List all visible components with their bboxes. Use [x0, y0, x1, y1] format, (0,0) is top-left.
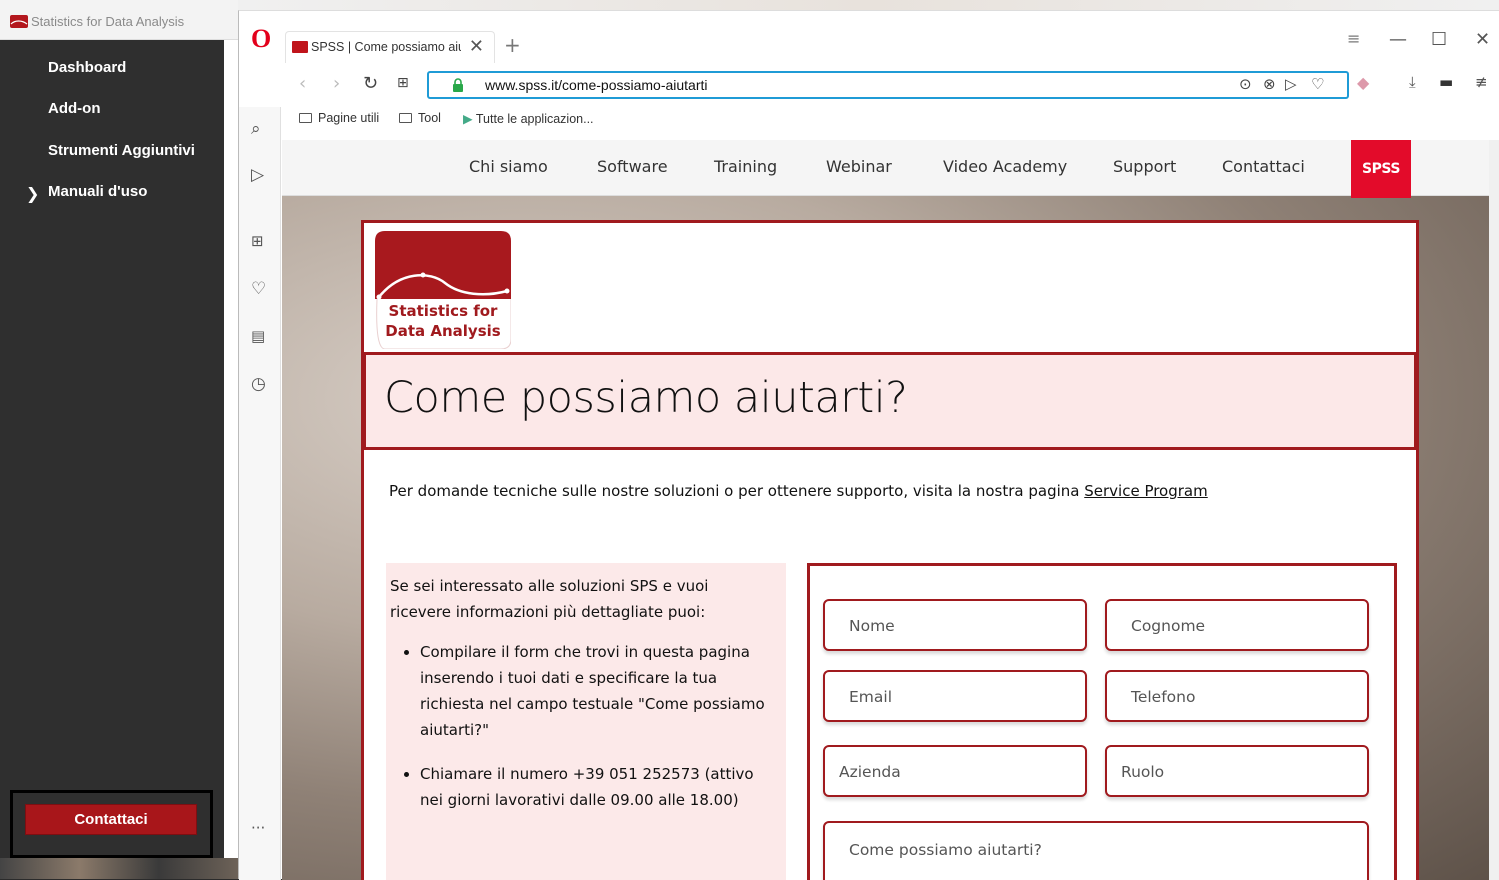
bookmark-label: Tutte le applicazion... [475, 112, 594, 126]
service-program-link[interactable]: Service Program [1084, 482, 1208, 500]
intro-paragraph: Per domande tecniche sulle nostre soluzi… [389, 482, 1208, 500]
tab-menu-icon[interactable]: ≡ [1347, 29, 1360, 48]
app-scrollbar[interactable] [224, 40, 238, 879]
extension-cube-icon[interactable]: ◆ [1357, 73, 1369, 92]
spss-logo[interactable]: SPSS [1351, 140, 1411, 198]
app-sidebar-nav: Dashboard Add-on Strumenti Aggiuntivi ❯ … [0, 40, 224, 879]
contact-button[interactable]: Contattaci [25, 804, 197, 835]
url-text[interactable]: www.spss.it/come-possiamo-aiutarti [485, 77, 708, 93]
ruolo-input[interactable]: Ruolo [1105, 745, 1369, 797]
app-titlebar: Statistics for Data Analysis [0, 0, 238, 40]
reload-icon[interactable]: ↻ [363, 73, 378, 94]
logo-text: Statistics for Data Analysis [375, 301, 511, 341]
logo-header: Statistics for Data Analysis [364, 223, 1416, 355]
tab-title: SPSS | Come possiamo aiutarti [311, 40, 461, 54]
site-nav-video-academy[interactable]: Video Academy [943, 157, 1067, 176]
nome-input[interactable]: Nome [823, 599, 1087, 651]
logo-line1: Statistics for [388, 302, 498, 320]
nav-item-dashboard[interactable]: Dashboard [48, 59, 126, 76]
speed-dial-sidebar-icon[interactable]: ⊞ [251, 232, 264, 250]
page-scrollbar[interactable] [1489, 140, 1499, 880]
info-box: Se sei interessato alle soluzioni SPS e … [386, 563, 786, 880]
maximize-icon[interactable]: ☐ [1431, 29, 1447, 50]
apps-icon: ▶ [463, 112, 476, 126]
opera-logo-icon[interactable]: O [251, 26, 271, 52]
history-icon[interactable]: ◷ [251, 374, 266, 394]
search-icon[interactable]: ⌕ [251, 119, 261, 139]
adblock-icon[interactable]: ⊗ [1263, 75, 1276, 93]
chevron-right-icon[interactable]: ❯ [26, 184, 39, 203]
battery-icon[interactable]: ▬ [1439, 73, 1453, 91]
cognome-input[interactable]: Cognome [1105, 599, 1369, 651]
logo-line2: Data Analysis [385, 322, 501, 340]
more-icon[interactable]: ··· [251, 819, 265, 837]
site-nav-contattaci[interactable]: Contattaci [1222, 157, 1305, 176]
message-textarea[interactable]: Come possiamo aiutarti? [823, 821, 1369, 880]
app-window: Statistics for Data Analysis Dashboard A… [0, 0, 238, 879]
browser-sidebar: ⌕ ▷ ⊞ ♡ ▤ ◷ ··· [239, 107, 281, 880]
send-flow-icon[interactable]: ▷ [251, 165, 264, 185]
lock-icon [453, 78, 463, 92]
snapshot-icon[interactable]: ⊙ [1239, 75, 1252, 93]
web-page: Chi siamo Software Training Webinar Vide… [282, 140, 1490, 880]
desktop-background-strip [238, 0, 1499, 10]
bookmark-label: Tool [418, 111, 441, 125]
nav-item-strumenti[interactable]: Strumenti Aggiuntivi [48, 142, 195, 159]
download-icon[interactable]: ⤓ [1409, 73, 1416, 91]
minimize-icon[interactable]: — [1389, 29, 1407, 50]
heart-icon[interactable]: ♡ [251, 279, 266, 299]
bookmark-label: Pagine utili [318, 111, 380, 125]
statistics-logo[interactable]: Statistics for Data Analysis [375, 231, 512, 350]
site-nav-webinar[interactable]: Webinar [826, 157, 892, 176]
info-intro: Se sei interessato alle soluzioni SPS e … [390, 577, 709, 621]
nav-item-manuali[interactable]: Manuali d'uso [48, 183, 147, 200]
easy-setup-icon[interactable]: ≢ [1475, 73, 1488, 91]
email-input[interactable]: Email [823, 670, 1087, 722]
navigation-bar: ‹ › ↻ ⊞ www.spss.it/come-possiamo-aiutar… [239, 71, 1499, 101]
page-title-banner: Come possiamo aiutarti? [364, 355, 1416, 450]
desktop-background [0, 858, 238, 879]
spss-favicon-icon [292, 41, 308, 53]
bookmark-folder-tool[interactable]: Tool [399, 111, 441, 125]
intro-text: Per domande tecniche sulle nostre soluzi… [389, 482, 1085, 500]
site-nav-chi-siamo[interactable]: Chi siamo [469, 157, 548, 176]
content-card: Statistics for Data Analysis Come possia… [361, 220, 1419, 880]
page-title: Come possiamo aiutarti? [384, 373, 908, 423]
folder-icon [299, 113, 312, 123]
info-item-form: Compilare il form che trovi in questa pa… [420, 639, 772, 743]
site-nav-software[interactable]: Software [597, 157, 668, 176]
send-icon[interactable]: ▷ [1285, 75, 1297, 93]
info-list: Compilare il form che trovi in questa pa… [390, 639, 772, 813]
bookmark-folder-pagine[interactable]: Pagine utili [299, 111, 379, 125]
forward-icon[interactable]: › [333, 73, 340, 94]
site-nav-support[interactable]: Support [1113, 157, 1176, 176]
telefono-input[interactable]: Telefono [1105, 670, 1369, 722]
back-icon[interactable]: ‹ [299, 73, 306, 94]
app-title: Statistics for Data Analysis [31, 14, 185, 29]
nav-item-addon[interactable]: Add-on [48, 100, 100, 117]
new-tab-icon[interactable]: + [504, 33, 521, 57]
site-navigation: Chi siamo Software Training Webinar Vide… [282, 140, 1490, 198]
browser-window: O SPSS | Come possiamo aiutarti ✕ + ≡ — … [238, 10, 1499, 880]
close-tab-icon[interactable]: ✕ [469, 36, 484, 57]
news-icon[interactable]: ▤ [251, 327, 265, 345]
browser-tab[interactable]: SPSS | Come possiamo aiutarti ✕ [285, 31, 495, 63]
contact-form: Nome Cognome Email Telefono Azienda Ruol… [807, 563, 1397, 880]
bookmark-apps[interactable]: ▶ Tutte le applicazion... [463, 111, 594, 126]
close-window-icon[interactable]: ✕ [1475, 29, 1490, 50]
site-nav-training[interactable]: Training [714, 157, 777, 176]
app-logo-icon [10, 15, 28, 28]
address-bar[interactable]: www.spss.it/come-possiamo-aiutarti ⊙ ⊗ ▷… [427, 71, 1349, 99]
azienda-input[interactable]: Azienda [823, 745, 1087, 797]
info-item-phone: Chiamare il numero +39 051 252573 (attiv… [420, 761, 772, 813]
bookmark-heart-icon[interactable]: ♡ [1311, 75, 1324, 93]
folder-icon [399, 113, 412, 123]
speed-dial-icon[interactable]: ⊞ [397, 75, 409, 91]
